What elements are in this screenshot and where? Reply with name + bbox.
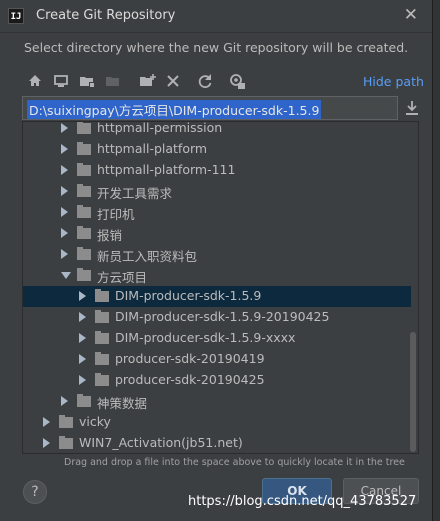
- new-folder-icon[interactable]: [136, 70, 158, 92]
- tree-row-label: vicky: [79, 414, 111, 429]
- help-button[interactable]: ?: [23, 480, 47, 504]
- folder-icon: [77, 142, 91, 155]
- tree-row-label: 报销: [97, 228, 123, 243]
- tree-row-label: WIN7_Activation(jb51.net): [79, 435, 243, 450]
- tree-row-label: 打印机: [97, 207, 135, 222]
- tree-row-label: httpmall-platform-111: [97, 162, 236, 177]
- desktop-icon[interactable]: [50, 70, 72, 92]
- tree-row-label: 开发工具需求: [97, 186, 173, 201]
- tree-row[interactable]: 开发工具需求: [23, 181, 411, 202]
- expand-right-arrow-icon[interactable]: [61, 123, 68, 133]
- expand-right-arrow-icon[interactable]: [61, 207, 68, 217]
- tree-row[interactable]: httpmall-permission: [23, 121, 411, 139]
- folder-icon: [77, 184, 91, 197]
- hide-path-link[interactable]: Hide path: [363, 74, 424, 89]
- tree-row-label: httpmall-platform: [97, 141, 208, 156]
- tree-row-label: 方云项目: [97, 270, 148, 285]
- tree-row-label: httpmall-permission: [97, 121, 223, 135]
- folder-icon: [95, 310, 109, 323]
- intellij-app-icon: IJ: [8, 8, 24, 24]
- tree-row[interactable]: 打印机: [23, 202, 411, 223]
- expand-right-arrow-icon[interactable]: [61, 249, 68, 259]
- folder-icon: [77, 163, 91, 176]
- expand-right-arrow-icon[interactable]: [79, 375, 86, 385]
- tree-row[interactable]: 新员工入职资料包: [23, 244, 411, 265]
- watermark-text: https://blog.csdn.net/qq_43783527: [188, 494, 417, 509]
- folder-icon: [77, 205, 91, 218]
- tree-row-label: DIM-producer-sdk-1.5.9-xxxx: [115, 330, 296, 345]
- tree-row[interactable]: vicky: [23, 412, 411, 433]
- tree-row[interactable]: httpmall-platform-111: [23, 160, 411, 181]
- folder-icon: [95, 331, 109, 344]
- expand-right-arrow-icon[interactable]: [43, 438, 50, 448]
- refresh-icon[interactable]: [194, 70, 216, 92]
- folder-icon: [77, 226, 91, 239]
- tree-row[interactable]: producer-sdk-20190425: [23, 370, 411, 391]
- folder-icon: [59, 415, 73, 428]
- show-hidden-icon[interactable]: [226, 70, 248, 92]
- tree-row[interactable]: DIM-producer-sdk-1.5.9: [23, 286, 411, 307]
- tree-row[interactable]: 方云项目: [23, 265, 411, 286]
- folder-icon: [77, 268, 91, 281]
- delete-icon[interactable]: [162, 70, 184, 92]
- expand-right-arrow-icon[interactable]: [79, 291, 86, 301]
- expand-right-arrow-icon[interactable]: [43, 417, 50, 427]
- folder-icon: [95, 352, 109, 365]
- expand-right-arrow-icon[interactable]: [61, 228, 68, 238]
- tree-row-label: producer-sdk-20190419: [115, 351, 265, 366]
- close-icon[interactable]: ✕: [404, 5, 418, 25]
- tree-row-label: DIM-producer-sdk-1.5.9-20190425: [115, 309, 330, 324]
- expand-right-arrow-icon[interactable]: [61, 186, 68, 196]
- tree-row[interactable]: 神策数据: [23, 391, 411, 412]
- tree-row-label: 神策数据: [97, 396, 148, 411]
- tree-row[interactable]: WIN7_Activation(jb51.net): [23, 433, 411, 453]
- expand-right-arrow-icon[interactable]: [79, 312, 86, 322]
- tree-row[interactable]: DIM-producer-sdk-1.5.9-20190425: [23, 307, 411, 328]
- folder-icon: [95, 289, 109, 302]
- tree-row[interactable]: httpmall-platform: [23, 139, 411, 160]
- folder-icon: [77, 122, 91, 134]
- module-folder-icon[interactable]: [102, 70, 124, 92]
- expand-right-arrow-icon[interactable]: [79, 333, 86, 343]
- tree-row[interactable]: 报销: [23, 223, 411, 244]
- tree-row[interactable]: DIM-producer-sdk-1.5.9-xxxx: [23, 328, 411, 349]
- path-input-value: D:\suixingpay\方云项目\DIM-producer-sdk-1.5.…: [27, 100, 322, 119]
- dialog-title: Create Git Repository: [36, 8, 176, 23]
- title-bar: IJ Create Git Repository ✕: [0, 0, 432, 33]
- path-input[interactable]: D:\suixingpay\方云项目\DIM-producer-sdk-1.5.…: [22, 96, 398, 120]
- create-git-repository-dialog: IJ Create Git Repository ✕ Select direct…: [0, 0, 433, 521]
- expand-right-arrow-icon[interactable]: [79, 354, 86, 364]
- tree-row[interactable]: producer-sdk-20190419: [23, 349, 411, 370]
- expand-right-arrow-icon[interactable]: [61, 165, 68, 175]
- expand-right-arrow-icon[interactable]: [61, 144, 68, 154]
- home-icon[interactable]: [24, 70, 46, 92]
- folder-icon: [77, 394, 91, 407]
- drag-drop-hint: Drag and drop a file into the space abov…: [64, 457, 405, 468]
- tree-row-label: 新员工入职资料包: [97, 249, 198, 264]
- project-folder-icon[interactable]: [76, 70, 98, 92]
- expand-right-arrow-icon[interactable]: [61, 396, 68, 406]
- expand-down-arrow-icon[interactable]: [61, 272, 71, 279]
- tree-row-label: producer-sdk-20190425: [115, 372, 265, 387]
- folder-icon: [59, 436, 73, 449]
- dialog-description: Select directory where the new Git repos…: [24, 40, 409, 55]
- tree-row-label: DIM-producer-sdk-1.5.9: [115, 288, 262, 303]
- download-icon[interactable]: [403, 99, 421, 117]
- background-edge: [433, 0, 440, 521]
- folder-icon: [95, 373, 109, 386]
- directory-tree[interactable]: httpmall-permission httpmall-platform http…: [22, 121, 419, 454]
- folder-icon: [77, 247, 91, 260]
